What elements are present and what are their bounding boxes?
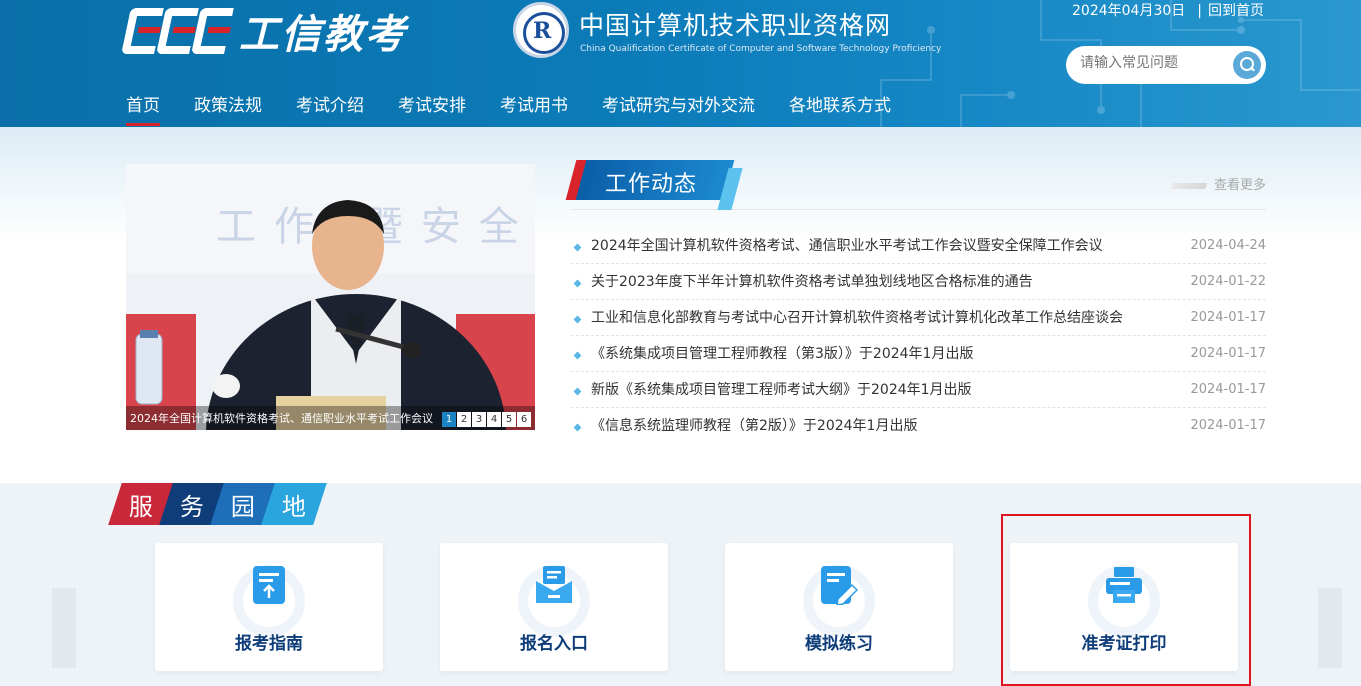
view-more-label: 查看更多 (1213, 178, 1266, 193)
nav-item-research-exchange[interactable]: 考试研究与对外交流 (602, 91, 755, 126)
slide-dot[interactable]: 5 (502, 412, 516, 427)
service-title-char: 地 (282, 492, 306, 521)
home-link[interactable]: 回到首页 (1208, 3, 1264, 19)
background-decoration (1318, 588, 1342, 668)
news-item[interactable]: 新版《系统集成项目管理工程师考试大纲》于2024年1月出版 2024-01-17 (571, 372, 1266, 408)
slide-dot[interactable]: 2 (457, 412, 471, 427)
news-item-title[interactable]: 工业和信息化部教育与考试中心召开计算机软件资格考试计算机化改革工作总结座谈会 (591, 300, 1151, 336)
news-item-title[interactable]: 《信息系统监理师教程（第2版）》于2024年1月出版 (591, 408, 1151, 444)
highlight-box (1001, 514, 1251, 686)
edit-pen-icon (821, 566, 858, 605)
news-item[interactable]: 工业和信息化部教育与考试中心召开计算机软件资格考试计算机化改革工作总结座谈会 20… (571, 300, 1266, 336)
news-item-title[interactable]: 《系统集成项目管理工程师教程（第3版）》于2024年1月出版 (591, 336, 1151, 372)
service-section-title: 服 务 园 地 (108, 483, 327, 525)
news-item[interactable]: 关于2023年度下半年计算机软件资格考试单独划线地区合格标准的通告 2024-01… (571, 264, 1266, 300)
news-item-date: 2024-04-24 (1190, 238, 1266, 253)
search-icon[interactable] (1233, 51, 1261, 79)
news-item[interactable]: 2024年全国计算机软件资格考试、通信职业水平考试工作会议暨安全保障工作会议 20… (571, 228, 1266, 264)
date-bar: 2024年04月30日 | 回到首页 (1072, 3, 1264, 19)
background-decoration (52, 588, 76, 668)
bullet-icon (573, 351, 582, 360)
service-card-label: 报考指南 (235, 634, 303, 654)
site-title: 中国计算机技术职业资格网 China Qualification Certifi… (513, 2, 941, 58)
slide-dot[interactable]: 4 (487, 412, 501, 427)
service-card-mock-practice[interactable]: 模拟练习 (725, 543, 953, 671)
slide-pagination: 1 2 3 4 5 6 (442, 412, 531, 427)
brand-name: 工信教考 (239, 12, 407, 58)
news-item-title[interactable]: 新版《系统集成项目管理工程师考试大纲》于2024年1月出版 (591, 372, 1151, 408)
news-list: 2024年全国计算机软件资格考试、通信职业水平考试工作会议暨安全保障工作会议 20… (571, 228, 1266, 444)
service-card-exam-guide[interactable]: 报考指南 (155, 543, 383, 671)
service-title-char: 服 (129, 492, 153, 521)
news-item-date: 2024-01-17 (1190, 418, 1266, 433)
news-title-text: 工作动态 (605, 172, 698, 197)
news-item-title[interactable]: 关于2023年度下半年计算机软件资格考试单独划线地区合格标准的通告 (591, 264, 1151, 300)
slide-caption[interactable]: 2024年全国计算机软件资格考试、通信职业水平考试工作会议 (130, 410, 440, 426)
qualification-emblem-icon (513, 2, 569, 58)
bullet-icon (573, 315, 582, 324)
news-item-date: 2024-01-17 (1190, 382, 1266, 397)
current-date: 2024年04月30日 (1072, 3, 1186, 19)
news-item-date: 2024-01-17 (1190, 346, 1266, 361)
search-box (1066, 46, 1266, 84)
nav-item-home[interactable]: 首页 (126, 91, 160, 126)
bullet-icon (573, 387, 582, 396)
cec-logo[interactable]: 工信教考 (121, 2, 407, 60)
nav-item-policy[interactable]: 政策法规 (194, 91, 262, 126)
slide-dot[interactable]: 6 (517, 412, 531, 427)
site-title-cn: 中国计算机技术职业资格网 (579, 11, 892, 40)
bullet-icon (573, 423, 582, 432)
news-slider[interactable]: 工作 暨安全保 2024年全国计算机软件资格考试、通信职业水平考试工作会议 1 … (126, 164, 535, 430)
nav-item-exam-intro[interactable]: 考试介绍 (296, 91, 364, 126)
bullet-icon (573, 243, 582, 252)
site-title-en: China Qualification Certificate of Compu… (580, 44, 942, 54)
service-card-registration[interactable]: 报名入口 (440, 543, 668, 671)
news-item[interactable]: 《系统集成项目管理工程师教程（第3版）》于2024年1月出版 2024-01-17 (571, 336, 1266, 372)
news-item-title[interactable]: 2024年全国计算机软件资格考试、通信职业水平考试工作会议暨安全保障工作会议 (591, 228, 1151, 264)
slide-photo: 工作 暨安全保 (126, 164, 535, 430)
service-title-char: 务 (180, 492, 204, 521)
site-header: 工信教考 中国计算机技术职业资格网 China Qualification Ce… (0, 0, 1361, 127)
service-card-label: 模拟练习 (805, 634, 873, 654)
main-nav: 首页 政策法规 考试介绍 考试安排 考试用书 考试研究与对外交流 各地联系方式 (126, 91, 925, 126)
search-input[interactable] (1080, 55, 1220, 71)
view-more-link[interactable]: 查看更多 (1170, 174, 1266, 193)
news-panel: 工作动态 查看更多 2024年全国计算机软件资格考试、通信职业水平考试工作会议暨… (565, 158, 1266, 444)
slide-dot[interactable]: 3 (472, 412, 486, 427)
bullet-icon (573, 279, 582, 288)
nav-item-exam-schedule[interactable]: 考试安排 (398, 91, 466, 126)
news-item[interactable]: 《信息系统监理师教程（第2版）》于2024年1月出版 2024-01-17 (571, 408, 1266, 444)
mail-inbox-icon (536, 566, 572, 603)
cec-logo-mark (121, 8, 234, 54)
service-title-char: 园 (231, 492, 255, 521)
slide-caption-bar: 2024年全国计算机软件资格考试、通信职业水平考试工作会议 1 2 3 4 5 … (126, 406, 535, 430)
document-upload-icon (253, 566, 285, 604)
news-item-date: 2024-01-17 (1190, 310, 1266, 325)
news-item-date: 2024-01-22 (1190, 274, 1266, 289)
service-card-label: 报名入口 (520, 634, 588, 654)
news-header: 工作动态 查看更多 (565, 158, 1266, 210)
nav-item-exam-books[interactable]: 考试用书 (500, 91, 568, 126)
nav-item-local-contacts[interactable]: 各地联系方式 (789, 91, 891, 126)
slide-dot[interactable]: 1 (442, 412, 456, 427)
